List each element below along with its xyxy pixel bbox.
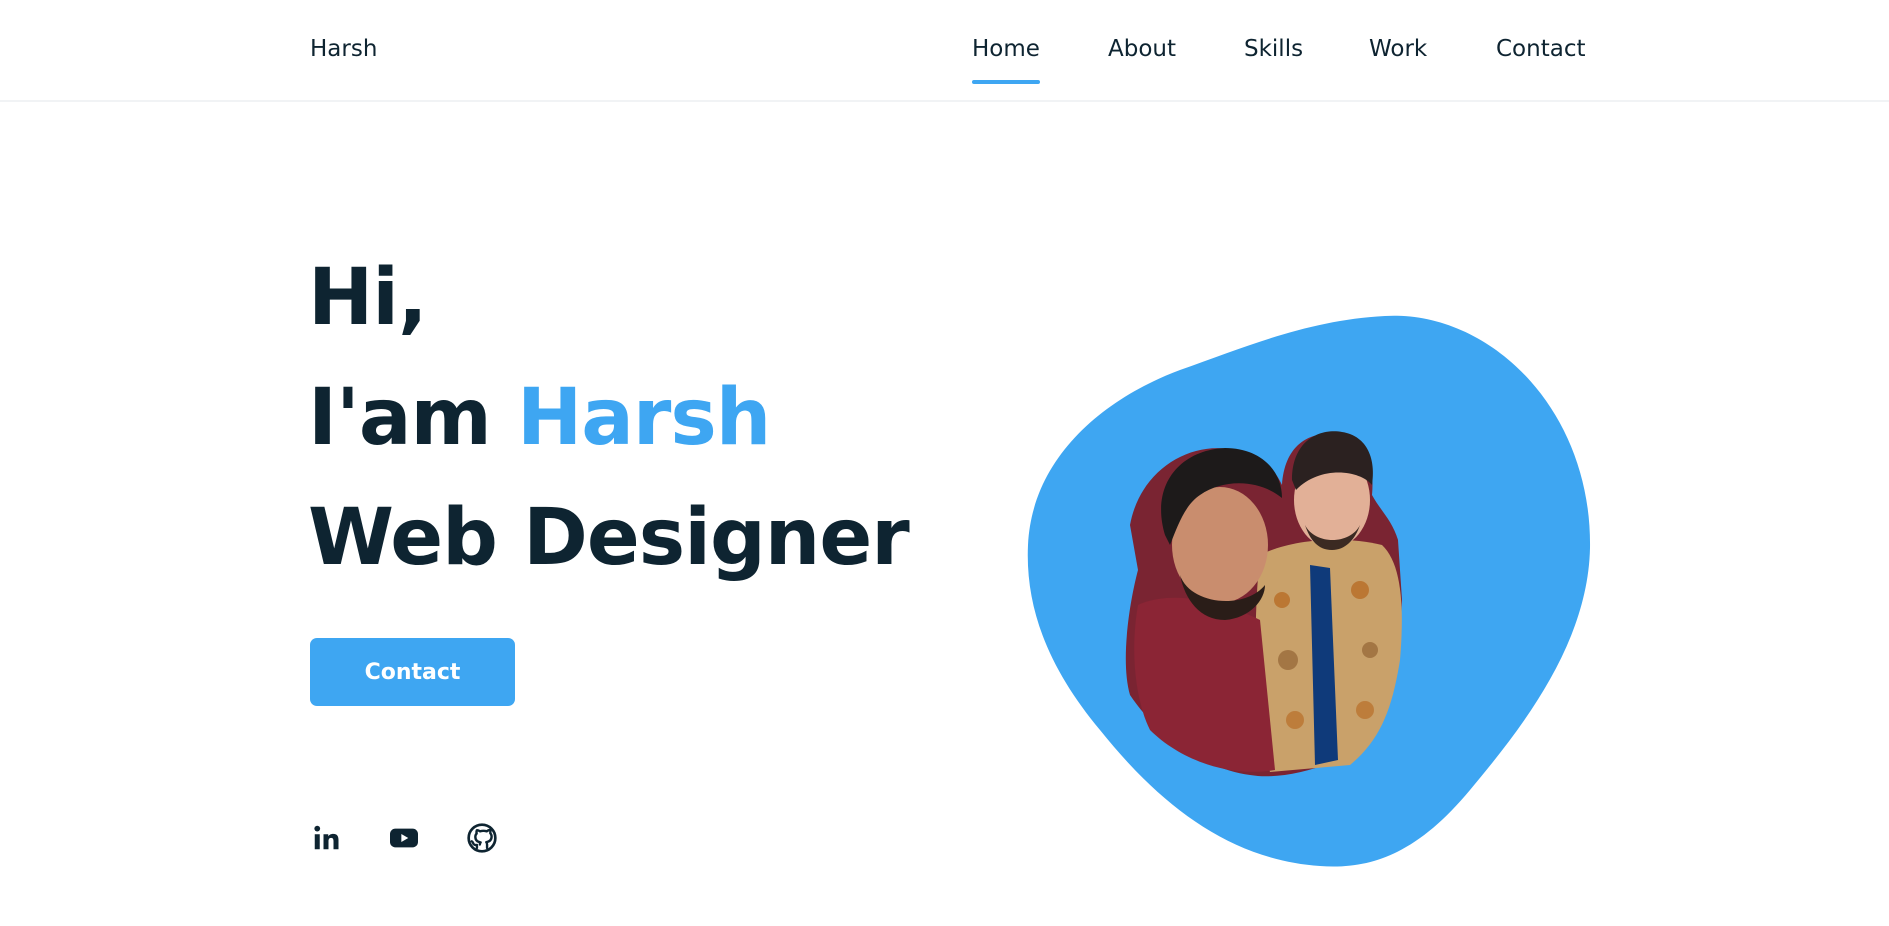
hero-name-prefix: I'am (308, 373, 517, 463)
site-header: Harsh Home About Skills Work Contact (0, 0, 1889, 102)
hero-greeting: Hi, (308, 253, 428, 343)
linkedin-icon (314, 825, 339, 850)
nav-skills-label: Skills (1244, 36, 1304, 62)
nav-work[interactable]: Work (1369, 36, 1427, 62)
hero-title: Hi, I'am Harsh Web Designer (308, 238, 910, 598)
site-logo[interactable]: Harsh (310, 36, 377, 62)
nav-home[interactable]: Home (972, 36, 1040, 84)
main-nav: Home About Skills Work Contact (972, 36, 1592, 86)
linkedin-link[interactable] (310, 822, 342, 854)
nav-home-label: Home (972, 36, 1040, 62)
hero-role: Web Designer (308, 493, 910, 583)
nav-work-label: Work (1369, 36, 1428, 62)
github-icon (467, 823, 497, 853)
portrait-photo (1125, 431, 1402, 777)
youtube-link[interactable] (388, 822, 420, 854)
hero-image (1020, 300, 1620, 880)
nav-skills[interactable]: Skills (1244, 36, 1303, 62)
contact-button[interactable]: Contact (310, 638, 515, 706)
hero-name-line: I'am Harsh (308, 358, 909, 478)
nav-contact-label: Contact (1496, 36, 1586, 62)
hero-name: Harsh (516, 373, 771, 463)
hero-blob (1027, 315, 1591, 867)
nav-active-underline (972, 80, 1040, 84)
youtube-icon (390, 828, 418, 848)
nav-about-label: About (1108, 36, 1177, 62)
github-link[interactable] (466, 822, 498, 854)
nav-about[interactable]: About (1108, 36, 1176, 62)
nav-contact[interactable]: Contact (1496, 36, 1585, 62)
